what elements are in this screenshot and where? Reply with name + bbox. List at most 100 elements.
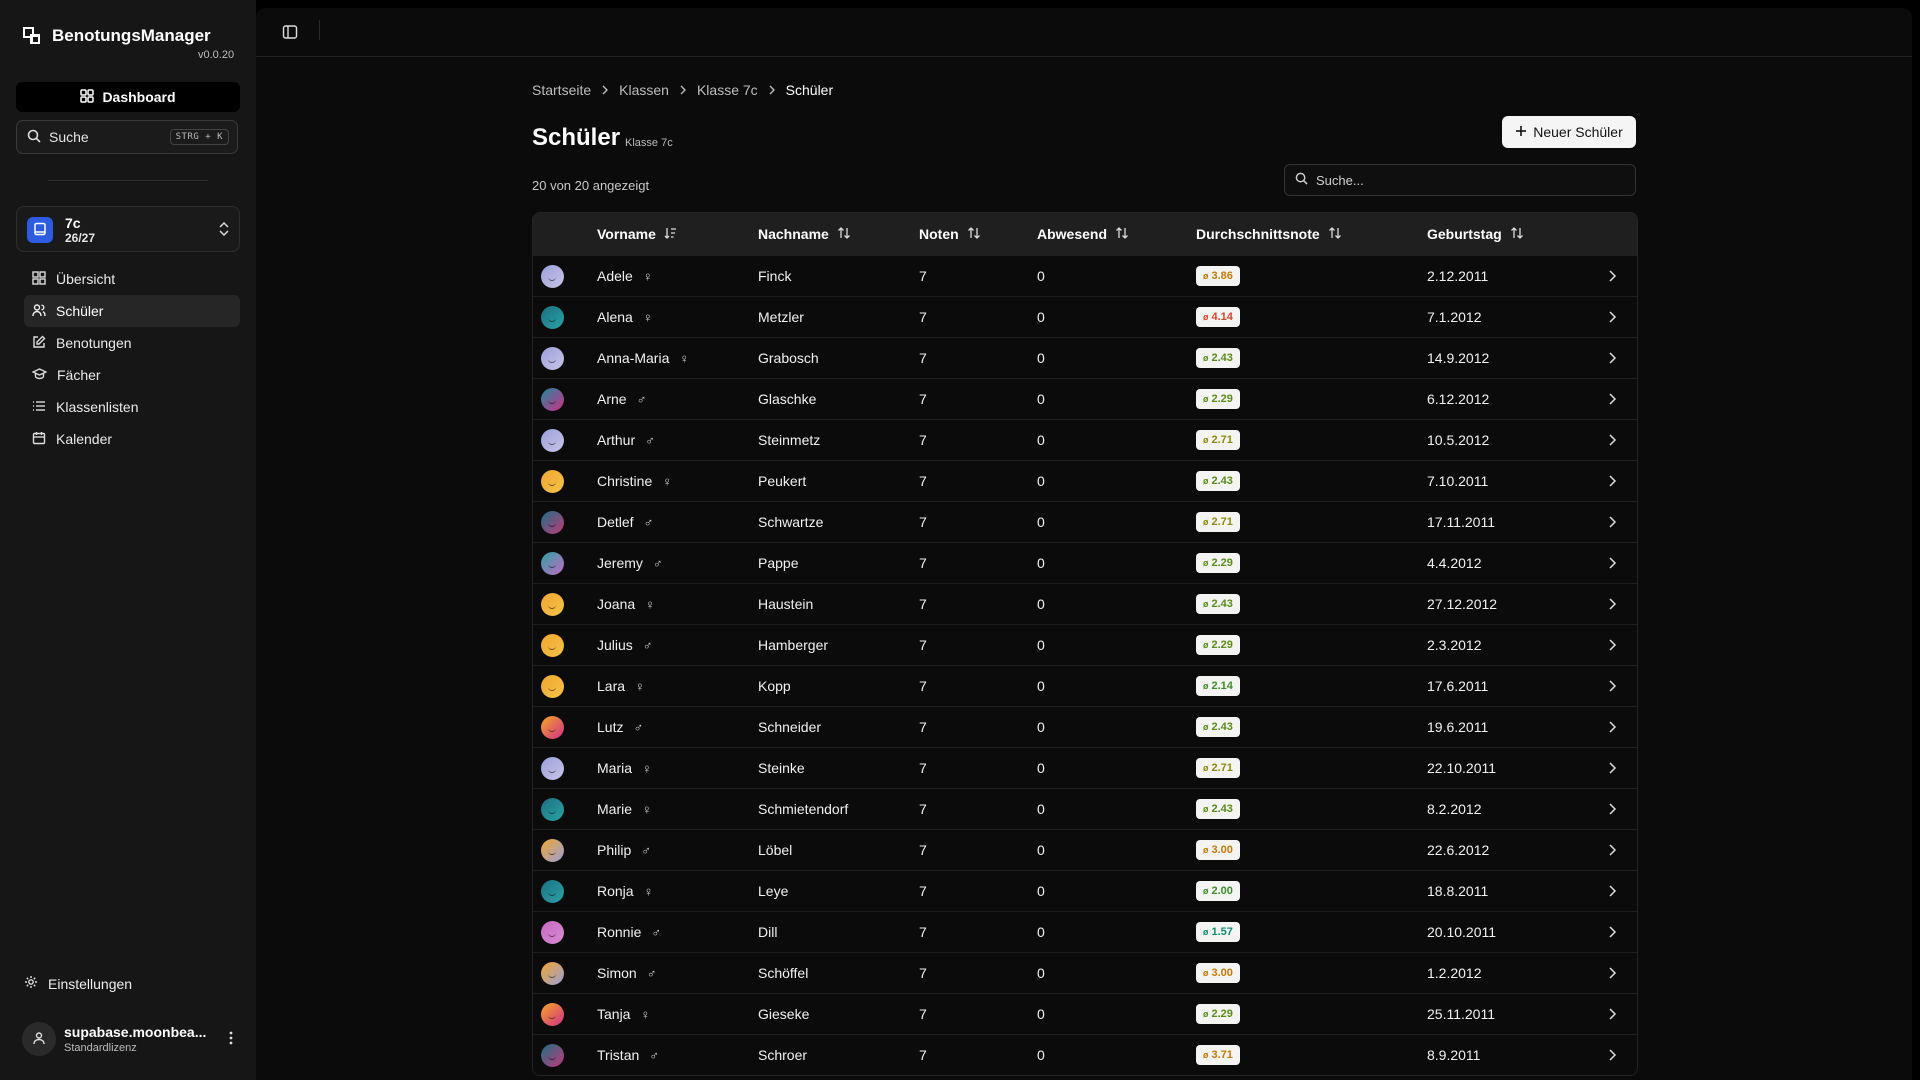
chevron-right-icon[interactable]	[1607, 433, 1617, 450]
cell-firstname: Lara ♀	[597, 666, 645, 706]
chevron-right-icon[interactable]	[1607, 720, 1617, 737]
first-name: Tristan	[597, 1047, 640, 1063]
average-symbol: ø	[1203, 476, 1209, 486]
cell-average: ø 3.71	[1196, 1035, 1240, 1075]
chevron-right-icon[interactable]	[1607, 556, 1617, 573]
gender-icon: ♂	[636, 391, 647, 407]
more-vertical-icon[interactable]	[228, 1030, 234, 1049]
column-header-geburtstag[interactable]: Geburtstag	[1427, 213, 1524, 255]
chevron-right-icon[interactable]	[1607, 843, 1617, 860]
table-row[interactable]: Simon ♂ Schöffel 7 0 ø 3.00 1.2.2012	[533, 952, 1637, 993]
sidebar-item-schueler[interactable]: Schüler	[24, 295, 240, 327]
average-symbol: ø	[1203, 845, 1209, 855]
settings-link[interactable]: Einstellungen	[24, 975, 132, 992]
breadcrumb-item-startseite[interactable]: Startseite	[532, 82, 591, 98]
top-bar	[256, 8, 1912, 57]
breadcrumb-item-current: Schüler	[785, 82, 834, 98]
average-badge: ø 2.29	[1196, 635, 1240, 655]
column-label: Vorname	[597, 226, 656, 242]
chevron-right-icon[interactable]	[1607, 884, 1617, 901]
cell-firstname: Christine ♀	[597, 461, 672, 501]
dashboard-icon	[80, 88, 95, 106]
first-name: Lara	[597, 678, 626, 694]
column-header-vorname[interactable]: Vorname	[597, 213, 678, 255]
average-value: 2.29	[1211, 1008, 1233, 1020]
sidebar-divider	[48, 180, 208, 181]
chevron-right-icon[interactable]	[1607, 392, 1617, 409]
table-row[interactable]: Marie ♀ Schmietendorf 7 0 ø 2.43 8.2.2012	[533, 788, 1637, 829]
chevron-right-icon[interactable]	[1607, 925, 1617, 942]
table-row[interactable]: Arthur ♂ Steinmetz 7 0 ø 2.71 10.5.2012	[533, 419, 1637, 460]
table-row[interactable]: Adele ♀ Finck 7 0 ø 3.86 2.12.2011	[533, 255, 1637, 296]
table-row[interactable]: Joana ♀ Haustein 7 0 ø 2.43 27.12.2012	[533, 583, 1637, 624]
chevron-right-icon[interactable]	[1607, 966, 1617, 983]
chevron-right-icon[interactable]	[1607, 802, 1617, 819]
average-symbol: ø	[1203, 394, 1209, 404]
sidebar-item-kalender[interactable]: Kalender	[24, 423, 240, 455]
chevron-right-icon[interactable]	[1607, 597, 1617, 614]
gender-icon: ♀	[642, 309, 653, 325]
table-row[interactable]: Arne ♂ Glaschke 7 0 ø 2.29 6.12.2012	[533, 378, 1637, 419]
chevron-right-icon[interactable]	[1607, 1007, 1617, 1024]
column-header-durchschnittsnote[interactable]: Durchschnittsnote	[1196, 213, 1342, 255]
column-header-noten[interactable]: Noten	[919, 213, 981, 255]
table-row[interactable]: Maria ♀ Steinke 7 0 ø 2.71 22.10.2011	[533, 747, 1637, 788]
table-search-input[interactable]: Suche...	[1284, 164, 1636, 196]
table-row[interactable]: Anna-Maria ♀ Grabosch 7 0 ø 2.43 14.9.2012	[533, 337, 1637, 378]
cell-lastname: Glaschke	[758, 391, 817, 407]
table-row[interactable]: Ronnie ♂ Dill 7 0 ø 1.57 20.10.2011	[533, 911, 1637, 952]
user-icon	[32, 1031, 46, 1048]
class-switcher[interactable]: 7c 26/27	[16, 206, 240, 252]
table-row[interactable]: Tanja ♀ Gieseke 7 0 ø 2.29 25.11.2011	[533, 993, 1637, 1034]
chevron-right-icon[interactable]	[1607, 269, 1617, 286]
table-row[interactable]: Ronja ♀ Leye 7 0 ø 2.00 18.8.2011	[533, 870, 1637, 911]
chevron-right-icon[interactable]	[1607, 474, 1617, 491]
table-row[interactable]: Lutz ♂ Schneider 7 0 ø 2.43 19.6.2011	[533, 706, 1637, 747]
table-row[interactable]: Jeremy ♂ Pappe 7 0 ø 2.29 4.4.2012	[533, 542, 1637, 583]
average-badge: ø 3.71	[1196, 1045, 1240, 1065]
sidebar-item-klassenlisten[interactable]: Klassenlisten	[24, 391, 240, 423]
chevron-right-icon[interactable]	[1607, 761, 1617, 778]
users-icon	[32, 303, 46, 320]
table-row[interactable]: Detlef ♂ Schwartze 7 0 ø 2.71 17.11.2011	[533, 501, 1637, 542]
table-row[interactable]: Lara ♀ Kopp 7 0 ø 2.14 17.6.2011	[533, 665, 1637, 706]
table-row[interactable]: Julius ♂ Hamberger 7 0 ø 2.29 2.3.2012	[533, 624, 1637, 665]
table-body: Adele ♀ Finck 7 0 ø 3.86 2.12.2011 Alena ♀ Metzler…	[533, 255, 1637, 1075]
chevron-right-icon[interactable]	[1607, 679, 1617, 696]
sidebar-toggle-icon[interactable]	[282, 24, 298, 43]
first-name: Detlef	[597, 514, 634, 530]
user-menu[interactable]: supabase.moonbea... Standardlizenz	[22, 1022, 242, 1064]
average-value: 3.00	[1211, 967, 1233, 979]
first-name: Ronja	[597, 883, 634, 899]
chevron-right-icon[interactable]	[1607, 310, 1617, 327]
breadcrumb-item-klassen[interactable]: Klassen	[619, 82, 669, 98]
chevron-right-icon[interactable]	[1607, 1048, 1617, 1065]
table-row[interactable]: Christine ♀ Peukert 7 0 ø 2.43 7.10.2011	[533, 460, 1637, 501]
table-row[interactable]: Philip ♂ Löbel 7 0 ø 3.00 22.6.2012	[533, 829, 1637, 870]
sidebar-item-uebersicht[interactable]: Übersicht	[24, 263, 240, 295]
chevron-right-icon[interactable]	[1607, 351, 1617, 368]
chevron-right-icon[interactable]	[1607, 638, 1617, 655]
average-value: 2.29	[1211, 639, 1233, 651]
edit-icon	[32, 335, 46, 352]
new-student-button[interactable]: Neuer Schüler	[1502, 116, 1636, 148]
page-title: Schüler	[532, 124, 621, 151]
sidebar-search[interactable]: Suche STRG + K	[16, 120, 238, 154]
dashboard-button[interactable]: Dashboard	[16, 82, 240, 112]
chevron-right-icon[interactable]	[1607, 515, 1617, 532]
sidebar-item-benotungen[interactable]: Benotungen	[24, 327, 240, 359]
topbar-divider	[319, 20, 320, 40]
table-row[interactable]: Alena ♀ Metzler 7 0 ø 4.14 7.1.2012	[533, 296, 1637, 337]
brand[interactable]: BenotungsManager	[22, 26, 211, 46]
avatar	[541, 839, 564, 862]
cell-average: ø 2.29	[1196, 994, 1240, 1034]
cell-birthday: 6.12.2012	[1427, 391, 1490, 407]
gender-icon: ♀	[642, 801, 652, 817]
column-header-abwesend[interactable]: Abwesend	[1037, 213, 1129, 255]
column-header-nachname[interactable]: Nachname	[758, 213, 851, 255]
cell-lastname: Dill	[758, 924, 778, 940]
sidebar-item-faecher[interactable]: Fächer	[24, 359, 240, 391]
breadcrumb-item-klasse[interactable]: Klasse 7c	[697, 82, 758, 98]
table-row[interactable]: Tristan ♂ Schroer 7 0 ø 3.71 8.9.2011	[533, 1034, 1637, 1075]
cell-lastname: Leye	[758, 883, 789, 899]
